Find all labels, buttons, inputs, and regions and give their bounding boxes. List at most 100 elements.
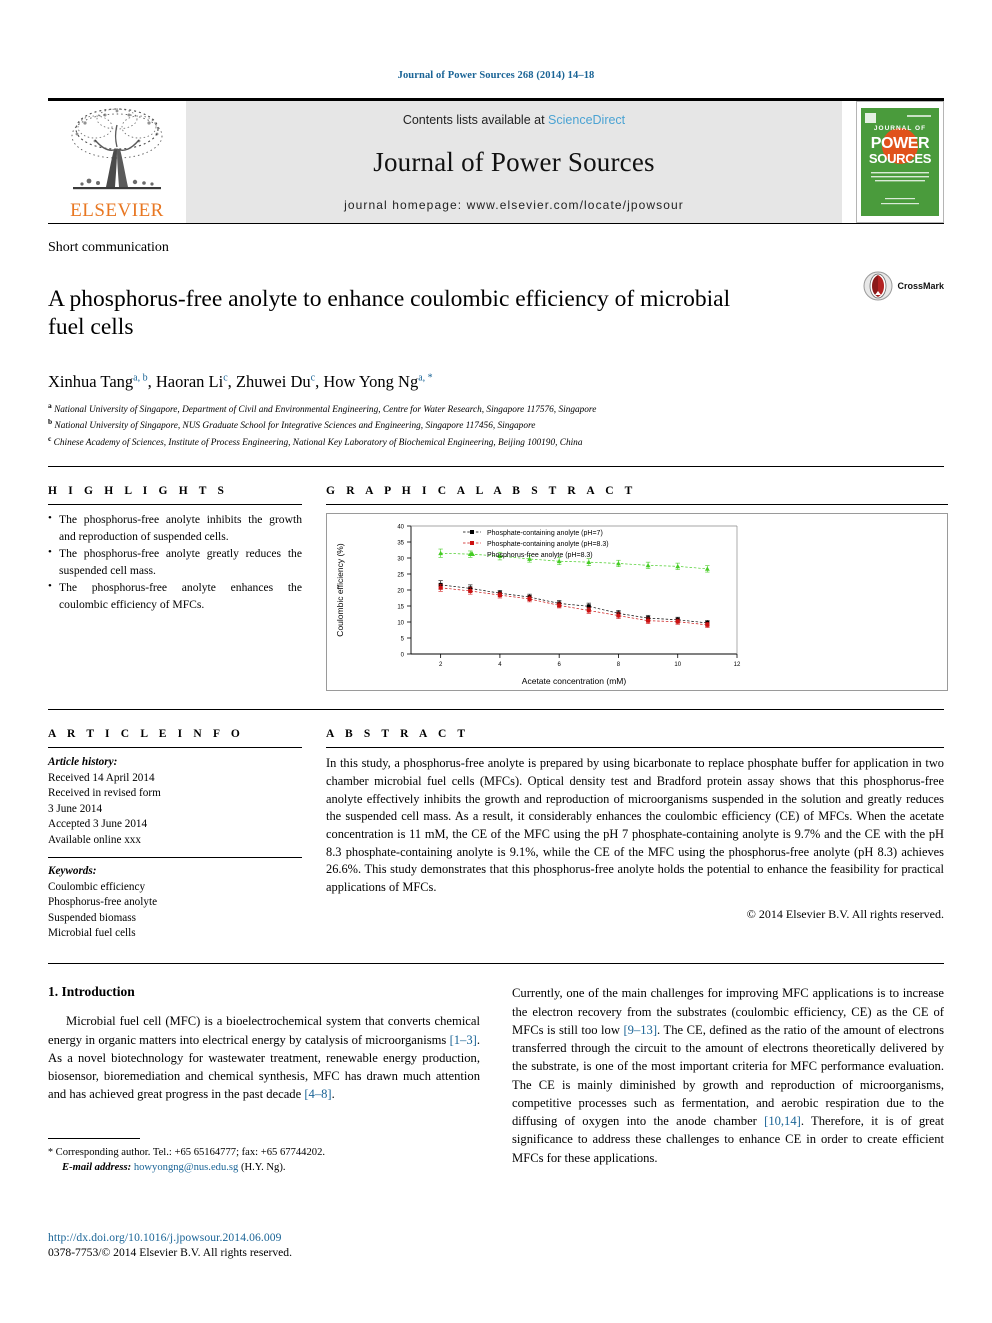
- author-affil-mark: a, *: [418, 372, 433, 384]
- coulombic-efficiency-chart: 0 5 10 15 20 25 30 35 40 2 4 6 8 10 12 Acetate concentr…: [335, 525, 741, 686]
- sciencedirect-link[interactable]: ScienceDirect: [548, 113, 625, 127]
- article-history-label: Article history:: [48, 756, 118, 769]
- highlights-column: H I G H L I G H T S The phosphorus-free …: [48, 485, 302, 691]
- journal-homepage-link[interactable]: journal homepage: www.elsevier.com/locat…: [344, 198, 684, 212]
- svg-text:Phosphate-containing anolyte (: Phosphate-containing anolyte (pH=7): [487, 530, 603, 537]
- history-item: Available online xxx: [48, 833, 141, 846]
- email-owner: (H.Y. Ng).: [240, 1162, 286, 1174]
- paragraph-text: Microbial fuel cell (MFC) is a bioelectr…: [48, 1014, 480, 1047]
- journal-cover-thumbnail[interactable]: JOURNAL OF POWER SOURCES: [856, 101, 944, 223]
- graphical-abstract-column: G R A P H I C A L A B S T R A C T 0 5 10 15…: [326, 485, 948, 692]
- history-item: 3 June 2014: [48, 802, 103, 815]
- elsevier-logo: ELSEVIER: [48, 101, 186, 223]
- paragraph-text: . The CE, defined as the ratio of the am…: [512, 1022, 944, 1129]
- keywords-rule: [48, 857, 302, 859]
- svg-text:JOURNAL OF: JOURNAL OF: [874, 125, 926, 132]
- svg-text:10: 10: [397, 621, 404, 627]
- author-affil-mark: c: [310, 372, 316, 384]
- keyword: Phosphorus-free anolyte: [48, 896, 158, 909]
- article-info-rule: [48, 747, 302, 749]
- highlights-list: The phosphorus-free anolyte inhibits the…: [48, 511, 302, 613]
- citation-ref[interactable]: [10,14]: [764, 1114, 801, 1128]
- article-history: Article history: Received 14 April 2014 …: [48, 755, 302, 848]
- affiliation: a National University of Singapore, Depa…: [48, 401, 944, 418]
- svg-text:25: 25: [397, 573, 404, 579]
- elsevier-tree-icon: [71, 108, 163, 190]
- svg-text:8: 8: [617, 662, 621, 668]
- page-title: A phosphorus-free anolyte to enhance cou…: [48, 285, 731, 341]
- affiliation-text: Chinese Academy of Sciences, Institute o…: [53, 438, 583, 448]
- keywords-label: Keywords:: [48, 865, 97, 878]
- svg-text:Phosphate-containing anolyte (: Phosphate-containing anolyte (pH=8.3): [487, 541, 609, 548]
- corresponding-author-footnote: * Corresponding author. Tel.: +65 651647…: [48, 1145, 480, 1176]
- section-title-introduction: 1. Introduction: [48, 984, 135, 1000]
- abstract-text: In this study, a phosphorus-free anolyte…: [326, 756, 944, 894]
- svg-text:POWER: POWER: [871, 135, 930, 152]
- affiliation-mark: c: [48, 433, 52, 443]
- svg-text:40: 40: [397, 525, 404, 531]
- paragraph: Microbial fuel cell (MFC) is a bioelectr…: [48, 1012, 480, 1103]
- info-abstract-row: A R T I C L E I N F O Article history: R…: [48, 728, 944, 941]
- body-left-column: 1. Introduction Microbial fuel cell (MFC…: [48, 984, 480, 1175]
- keyword: Microbial fuel cells: [48, 927, 136, 939]
- author-name: Zhuwei Du: [235, 371, 311, 391]
- affiliation: c Chinese Academy of Sciences, Institute…: [48, 434, 944, 451]
- affiliation-text: National University of Singapore, NUS Gr…: [54, 421, 536, 432]
- svg-text:20: 20: [397, 589, 404, 595]
- doi-link[interactable]: http://dx.doi.org/10.1016/j.jpowsour.201…: [48, 1231, 292, 1244]
- title-row: A phosphorus-free anolyte to enhance cou…: [48, 269, 944, 358]
- highlights-top-rule: [48, 466, 944, 468]
- crossmark-badge[interactable]: CrossMark: [863, 271, 944, 301]
- citation-ref[interactable]: [1–3]: [450, 1033, 477, 1047]
- author-name: Xinhua Tang: [48, 371, 134, 391]
- affiliation-text: National University of Singapore, Depart…: [54, 404, 597, 415]
- graphical-abstract-figure[interactable]: 0 5 10 15 20 25 30 35 40 2 4 6 8 10 12 Acetate concentr…: [326, 513, 948, 692]
- affiliation-mark: b: [48, 417, 53, 427]
- svg-text:4: 4: [498, 662, 502, 668]
- article-category: Short communication: [48, 240, 169, 255]
- svg-text:Acetate concentration (mM): Acetate concentration (mM): [522, 676, 627, 686]
- email-link[interactable]: howyongng@nus.edu.sg: [134, 1162, 239, 1173]
- author-affil-mark: a, b: [133, 372, 148, 384]
- author-list: Xinhua Tanga, b, Haoran Lic, Zhuwei Duc,…: [48, 371, 433, 391]
- author-affil-mark: c: [223, 372, 228, 384]
- info-abstract-top-rule: [48, 709, 944, 711]
- affiliation: b National University of Singapore, NUS …: [48, 417, 944, 434]
- highlights-rule: [48, 504, 302, 506]
- svg-text:6: 6: [558, 662, 562, 668]
- keyword: Coulombic efficiency: [48, 880, 146, 893]
- footnote-star: *: [48, 1146, 53, 1158]
- issn-copyright: 0378-7753/© 2014 Elsevier B.V. All right…: [48, 1246, 292, 1259]
- copyright-line: © 2014 Elsevier B.V. All rights reserved…: [746, 907, 944, 922]
- author-name: How Yong Ng: [323, 371, 419, 391]
- body-top-rule: [48, 963, 944, 965]
- affiliation-list: a National University of Singapore, Depa…: [48, 401, 944, 451]
- elsevier-wordmark: ELSEVIER: [70, 200, 164, 221]
- abstract-column: A B S T R A C T In this study, a phospho…: [326, 728, 944, 941]
- list-item: The phosphorus-free anolyte greatly redu…: [48, 545, 302, 579]
- svg-text:SOURCES: SOURCES: [869, 151, 932, 166]
- article-head-rule: [48, 223, 944, 224]
- svg-text:2: 2: [439, 662, 443, 668]
- svg-text:30: 30: [397, 557, 404, 563]
- footnote-rule: [48, 1137, 140, 1139]
- affiliation-mark: a: [48, 400, 52, 410]
- svg-text:12: 12: [734, 662, 741, 668]
- abstract-rule: [326, 747, 944, 749]
- article-page: Journal of Power Sources 268 (2014) 14–1…: [0, 0, 992, 1323]
- citation-ref[interactable]: [9–13]: [623, 1023, 657, 1037]
- svg-text:Coulombic efficiency (%): Coulombic efficiency (%): [335, 544, 345, 638]
- highlights-graphical-row: H I G H L I G H T S The phosphorus-free …: [48, 485, 948, 692]
- contents-available-line: Contents lists available at ScienceDirec…: [403, 113, 625, 127]
- contents-prefix: Contents lists available at: [402, 113, 545, 127]
- citation-ref[interactable]: [4–8]: [304, 1087, 331, 1101]
- svg-text:35: 35: [397, 541, 404, 547]
- highlights-heading: H I G H L I G H T S: [48, 485, 229, 498]
- journal-cover-image: JOURNAL OF POWER SOURCES: [861, 108, 939, 216]
- footnote-text: Corresponding author. Tel.: +65 65164777…: [55, 1146, 326, 1158]
- list-item: The phosphorus-free anolyte enhances the…: [48, 579, 302, 613]
- paragraph: Currently, one of the main challenges fo…: [512, 984, 944, 1167]
- body-columns: 1. Introduction Microbial fuel cell (MFC…: [48, 984, 944, 1175]
- masthead-center-panel: Contents lists available at ScienceDirec…: [186, 101, 842, 223]
- body-right-column: Currently, one of the main challenges fo…: [512, 984, 944, 1175]
